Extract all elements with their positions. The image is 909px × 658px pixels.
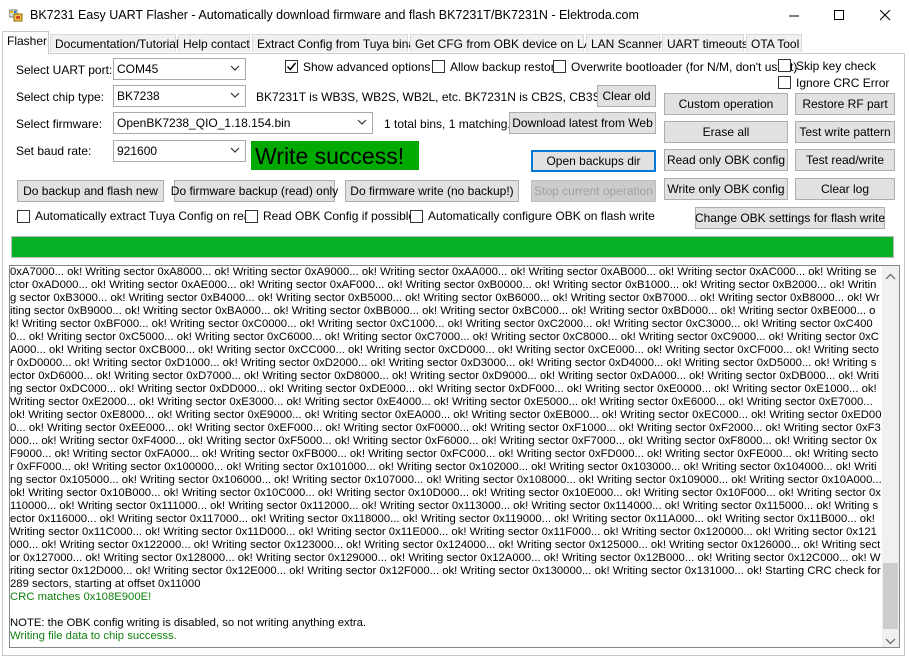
chip-type-value: BK7238 [117,89,160,103]
scroll-down-icon[interactable] [885,634,896,647]
tab-uart-timeouts[interactable]: UART timeouts [662,34,748,52]
test-read-write-button[interactable]: Test read/write [795,149,895,171]
custom-operation-button[interactable]: Custom operation [664,93,788,115]
test-write-pattern-button[interactable]: Test write pattern [795,121,895,143]
read-obk-config-checkbox[interactable] [245,210,258,223]
status-message: Write success! [251,141,419,170]
tab-ota-tool[interactable]: OTA Tool [746,34,802,52]
tab-get-cfg[interactable]: Get CFG from OBK device on LAN [410,34,600,52]
scroll-up-icon[interactable] [885,270,896,284]
baud-rate-label: Set baud rate: [16,144,92,158]
tab-lan-scanner[interactable]: LAN Scanner [586,34,662,52]
overwrite-bootloader-label: Overwrite bootloader (for N/M, don't use… [571,60,798,74]
log-output[interactable]: 0xA7000... ok! Writing sector 0xA8000...… [9,265,900,648]
bins-info-text: 1 total bins, 1 matching. [384,117,511,131]
chip-info-text: BK7231T is WB3S, WB2S, WB2L, etc. BK7231… [256,90,624,104]
chevron-down-icon [230,62,240,76]
skip-key-check-label: Skip key check [796,59,877,73]
tab-documentation[interactable]: Documentation/Tutorials [50,34,185,52]
show-advanced-label: Show advanced options [303,60,431,74]
minimize-icon [788,15,799,17]
firmware-write-button[interactable]: Do firmware write (no backup!) [345,180,519,202]
firmware-label: Select firmware: [16,117,103,131]
checkmark-icon [286,62,297,71]
overwrite-bootloader-checkbox[interactable] [553,60,566,73]
show-advanced-checkbox[interactable] [285,60,298,73]
chevron-down-icon [357,116,367,130]
maximize-icon [833,10,844,20]
download-latest-button[interactable]: Download latest from Web [509,112,656,134]
close-icon [879,10,890,21]
skip-key-check-checkbox[interactable] [778,59,791,72]
ignore-crc-checkbox[interactable] [778,76,791,89]
uart-port-select[interactable]: COM45 [113,58,246,80]
auto-configure-obk-checkbox[interactable] [410,210,423,223]
auto-extract-tuya-label: Automatically extract Tuya Config on rea… [35,209,258,223]
baud-rate-value: 921600 [117,144,158,158]
log-content: 0xA7000... ok! Writing sector 0xA8000...… [10,266,882,643]
clear-log-button[interactable]: Clear log [795,178,895,200]
write-only-obk-button[interactable]: Write only OBK config [664,178,788,200]
open-backups-button[interactable]: Open backups dir [531,150,656,172]
progress-fill [12,237,893,257]
log-line: CRC matches 0x108E900E! [10,591,152,603]
log-line: NOTE: the OBK config writing is disabled… [10,617,367,629]
clear-old-button[interactable]: Clear old [597,85,656,107]
minimize-button[interactable] [771,0,817,31]
stop-operation-button[interactable]: Stop current operation [531,180,656,202]
close-button[interactable] [862,0,908,31]
auto-configure-obk-label: Automatically configure OBK on flash wri… [428,209,655,223]
allow-backup-restore-label: Allow backup restore [450,60,562,74]
window-title: BK7231 Easy UART Flasher - Automatically… [30,8,639,22]
chip-type-label: Select chip type: [16,90,105,104]
chip-type-select[interactable]: BK7238 [113,85,246,107]
uart-port-label: Select UART port: [16,63,113,77]
read-only-obk-button[interactable]: Read only OBK config [664,149,788,171]
auto-extract-tuya-checkbox[interactable] [17,210,30,223]
restore-rf-button[interactable]: Restore RF part [795,93,895,115]
scroll-thumb[interactable] [883,563,898,629]
chevron-down-icon [230,89,240,103]
app-icon [8,9,23,22]
progress-bar [11,236,894,258]
ignore-crc-label: Ignore CRC Error [796,76,890,90]
uart-port-value: COM45 [117,62,159,76]
firmware-value: OpenBK7238_QIO_1.18.154.bin [117,116,291,130]
chevron-down-icon [230,144,240,158]
backup-and-flash-button[interactable]: Do backup and flash new [17,180,164,202]
log-line: Writing file data to chip successs. [10,630,177,642]
firmware-backup-button[interactable]: Do firmware backup (read) only [171,180,338,202]
allow-backup-restore-checkbox[interactable] [432,60,445,73]
tab-extract-config[interactable]: Extract Config from Tuya binary [252,34,425,52]
read-obk-config-label: Read OBK Config if possible [263,209,416,223]
change-obk-settings-button[interactable]: Change OBK settings for flash write [695,207,885,229]
baud-rate-select[interactable]: 921600 [113,140,246,162]
maximize-button[interactable] [816,0,862,31]
firmware-select[interactable]: OpenBK7238_QIO_1.18.154.bin [113,112,373,134]
tab-flasher[interactable]: Flasher [2,31,49,54]
tab-help-contact[interactable]: Help contact [178,34,250,52]
title-bar: BK7231 Easy UART Flasher - Automatically… [0,0,909,31]
erase-all-button[interactable]: Erase all [664,121,788,143]
log-line: 0xA7000... ok! Writing sector 0xA8000...… [10,266,882,590]
log-scrollbar[interactable] [882,266,899,647]
